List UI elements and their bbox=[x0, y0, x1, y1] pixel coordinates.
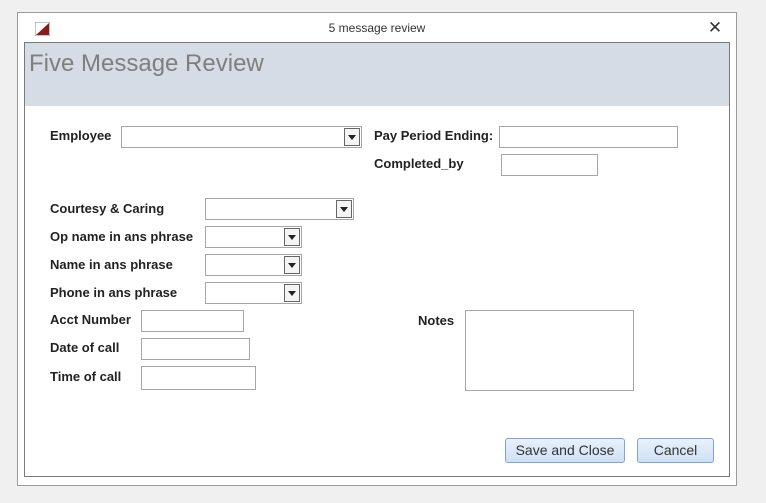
employee-combo[interactable] bbox=[121, 126, 362, 148]
courtesy-caring-combo[interactable] bbox=[205, 198, 354, 220]
completed-by-field[interactable] bbox=[501, 154, 598, 176]
employee-label: Employee bbox=[50, 128, 112, 143]
form-body: Five Message Review Employee Pay Period … bbox=[24, 42, 730, 477]
form-title: Five Message Review bbox=[29, 50, 264, 77]
notes-textarea[interactable] bbox=[465, 310, 634, 391]
chevron-down-icon[interactable] bbox=[336, 200, 352, 218]
op-name-label: Op name in ans phrase bbox=[50, 229, 194, 244]
chevron-down-icon[interactable] bbox=[284, 256, 300, 274]
op-name-combo[interactable] bbox=[205, 226, 302, 248]
cancel-button[interactable]: Cancel bbox=[637, 438, 714, 463]
date-of-call-field[interactable] bbox=[141, 338, 250, 360]
time-of-call-label: Time of call bbox=[50, 369, 122, 384]
acct-number-field[interactable] bbox=[141, 310, 244, 332]
courtesy-caring-label: Courtesy & Caring bbox=[50, 201, 165, 216]
chevron-down-icon[interactable] bbox=[284, 228, 300, 246]
date-of-call-label: Date of call bbox=[50, 340, 120, 355]
save-and-close-button[interactable]: Save and Close bbox=[505, 438, 625, 463]
dialog-window: 5 message review ✕ Five Message Review E… bbox=[17, 12, 737, 486]
name-in-ans-label: Name in ans phrase bbox=[50, 257, 173, 272]
close-icon[interactable]: ✕ bbox=[704, 17, 726, 39]
chevron-down-icon[interactable] bbox=[344, 128, 360, 146]
pay-period-ending-label: Pay Period Ending: bbox=[374, 128, 494, 143]
pay-period-ending-field[interactable] bbox=[499, 126, 678, 148]
form-header: Five Message Review bbox=[25, 43, 729, 106]
phone-in-ans-label: Phone in ans phrase bbox=[50, 285, 178, 300]
title-bar: 5 message review ✕ bbox=[18, 13, 736, 43]
phone-in-ans-combo[interactable] bbox=[205, 282, 302, 304]
time-of-call-field[interactable] bbox=[141, 366, 256, 390]
name-in-ans-combo[interactable] bbox=[205, 254, 302, 276]
acct-number-label: Acct Number bbox=[50, 312, 131, 327]
chevron-down-icon[interactable] bbox=[284, 284, 300, 302]
notes-label: Notes bbox=[418, 313, 455, 328]
window-title: 5 message review bbox=[328, 21, 426, 35]
completed-by-label: Completed_by bbox=[374, 156, 464, 171]
